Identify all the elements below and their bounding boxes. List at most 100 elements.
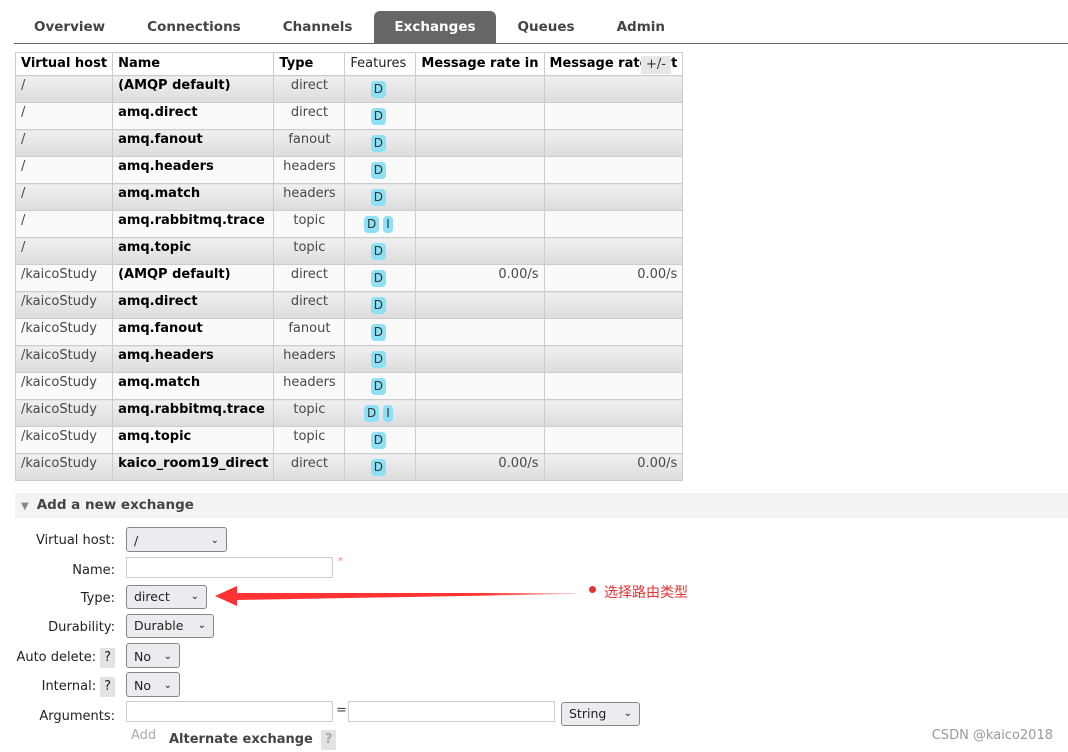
- toggle-columns-button[interactable]: +/-: [641, 56, 671, 74]
- chevron-down-icon: ⌄: [210, 535, 219, 546]
- argument-key-input[interactable]: [126, 701, 333, 722]
- nav-tabs: Overview Connections Channels Exchanges Queu…: [14, 11, 1068, 44]
- vhost-cell: /: [14, 129, 114, 157]
- alternate-exchange-link[interactable]: Alternate exchange?: [169, 730, 337, 750]
- argument-type-select[interactable]: String ⌄: [561, 702, 640, 726]
- feature-badge: D: [364, 216, 380, 233]
- table-row: /kaicoStudy (AMQP default) direct D 0.00/s 0.…: [14, 264, 684, 292]
- vhost-cell: /kaicoStudy: [14, 426, 114, 454]
- type-cell: direct: [273, 102, 346, 130]
- exchange-name-link[interactable]: amq.headers: [112, 156, 275, 184]
- auto-delete-help[interactable]: ?: [100, 648, 115, 668]
- features-cell: D: [344, 183, 417, 211]
- table-row: /kaicoStudy amq.direct direct D: [14, 291, 684, 319]
- rate-out-cell: [543, 156, 684, 184]
- col-virtual-host[interactable]: Virtual host: [14, 52, 114, 76]
- rate-in-cell: [415, 318, 545, 346]
- vhost-cell: /: [14, 75, 114, 103]
- annotation-text: 选择路由类型: [604, 585, 688, 601]
- col-name[interactable]: Name: [112, 52, 275, 76]
- rate-out-cell: [543, 372, 684, 400]
- add-argument-link[interactable]: Add: [131, 728, 156, 743]
- exchange-name-link[interactable]: amq.rabbitmq.trace: [112, 399, 275, 427]
- feature-badge: D: [370, 108, 387, 125]
- features-cell: DI: [344, 210, 417, 238]
- type-cell: headers: [273, 345, 346, 373]
- features-cell: D: [344, 75, 417, 103]
- col-type[interactable]: Type: [273, 52, 346, 76]
- add-exchange-section-toggle[interactable]: ▼ Add a new exchange: [15, 493, 1068, 518]
- vhost-cell: /: [14, 237, 114, 265]
- section-title: Add a new exchange: [36, 497, 194, 513]
- col-rate-in[interactable]: Message rate in: [415, 52, 545, 76]
- auto-delete-label: Auto delete:?: [16, 648, 115, 668]
- type-cell: fanout: [273, 318, 346, 346]
- virtual-host-select[interactable]: / ⌄: [126, 527, 227, 552]
- exchange-name-link[interactable]: amq.fanout: [112, 129, 275, 157]
- rate-in-cell: [415, 291, 545, 319]
- feature-badge: D: [370, 270, 387, 287]
- exchange-name-link[interactable]: amq.topic: [112, 426, 275, 454]
- type-select[interactable]: direct ⌄: [126, 585, 207, 609]
- virtual-host-label: Virtual host:: [35, 533, 115, 548]
- features-cell: D: [344, 264, 417, 292]
- vhost-cell: /kaicoStudy: [14, 453, 114, 481]
- exchange-name-link[interactable]: amq.fanout: [112, 318, 275, 346]
- rate-out-cell: [543, 291, 684, 319]
- table-row: / amq.headers headers D: [14, 156, 684, 184]
- tab-channels[interactable]: Channels: [263, 11, 373, 43]
- rate-out-cell: 0.00/s: [543, 453, 684, 481]
- vhost-cell: /kaicoStudy: [14, 264, 114, 292]
- feature-badge: D: [364, 405, 380, 422]
- chevron-down-icon: ⌄: [190, 591, 199, 602]
- name-label: Name:: [72, 563, 115, 578]
- type-cell: topic: [273, 399, 346, 427]
- annotation-note: 选择路由类型: [589, 582, 688, 602]
- feature-badge: D: [370, 81, 387, 98]
- rate-out-cell: [543, 75, 684, 103]
- vhost-cell: /kaicoStudy: [14, 372, 114, 400]
- exchange-name-link[interactable]: amq.match: [112, 183, 275, 211]
- feature-badge: I: [383, 405, 393, 422]
- name-input[interactable]: [126, 557, 333, 578]
- type-cell: topic: [273, 210, 346, 238]
- features-cell: D: [344, 345, 417, 373]
- exchange-name-link[interactable]: amq.rabbitmq.trace: [112, 210, 275, 238]
- exchange-name-link[interactable]: amq.headers: [112, 345, 275, 373]
- type-cell: headers: [273, 183, 346, 211]
- argument-value-input[interactable]: [348, 701, 555, 722]
- exchange-name-link[interactable]: (AMQP default): [112, 264, 275, 292]
- rate-in-cell: [415, 210, 545, 238]
- exchange-name-link[interactable]: (AMQP default): [112, 75, 275, 103]
- arguments-equals: =: [336, 703, 347, 718]
- vhost-cell: /kaicoStudy: [14, 399, 114, 427]
- tab-exchanges[interactable]: Exchanges: [374, 11, 496, 43]
- type-cell: fanout: [273, 129, 346, 157]
- alternate-exchange-help[interactable]: ?: [320, 730, 337, 750]
- tab-connections[interactable]: Connections: [127, 11, 261, 43]
- annotation-arrow-icon: [215, 586, 575, 606]
- tab-queues[interactable]: Queues: [498, 11, 595, 43]
- features-cell: D: [344, 102, 417, 130]
- type-cell: topic: [273, 426, 346, 454]
- rate-out-cell: [543, 102, 684, 130]
- durability-select[interactable]: Durable ⌄: [126, 614, 214, 638]
- exchange-name-link[interactable]: amq.topic: [112, 237, 275, 265]
- tab-admin[interactable]: Admin: [597, 11, 685, 43]
- bullet-dot-icon: [589, 585, 596, 593]
- exchange-name-link[interactable]: kaico_room19_direct: [112, 453, 275, 481]
- auto-delete-select[interactable]: No ⌄: [126, 643, 180, 668]
- features-cell: D: [344, 453, 417, 481]
- tab-overview[interactable]: Overview: [14, 11, 125, 43]
- internal-select[interactable]: No ⌄: [126, 672, 180, 697]
- chevron-down-icon: ⌄: [197, 620, 206, 631]
- vhost-cell: /: [14, 102, 114, 130]
- table-header: Virtual host Name Type Features Message …: [14, 52, 684, 76]
- rate-in-cell: [415, 399, 545, 427]
- exchange-name-link[interactable]: amq.direct: [112, 102, 275, 130]
- rate-out-cell: [543, 183, 684, 211]
- feature-badge: D: [370, 162, 387, 179]
- exchange-name-link[interactable]: amq.match: [112, 372, 275, 400]
- internal-help[interactable]: ?: [100, 677, 115, 697]
- exchange-name-link[interactable]: amq.direct: [112, 291, 275, 319]
